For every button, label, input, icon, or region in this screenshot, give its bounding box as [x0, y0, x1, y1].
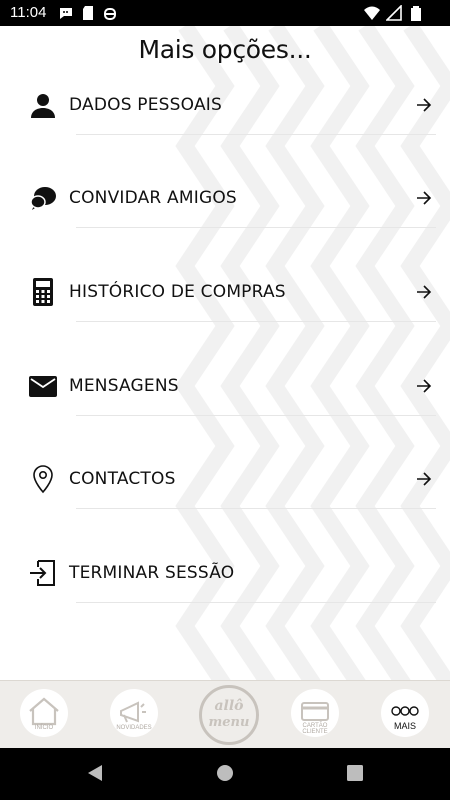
battery-icon	[411, 6, 421, 21]
arrow-right-icon	[417, 285, 432, 299]
bottom-tab-bar: INÍCIO NOVIDADES allô menu CARTÃO CLIENT…	[0, 680, 450, 748]
menu-item-label: HISTÓRICO DE COMPRAS	[69, 282, 286, 302]
menu-item-terminar-sessao[interactable]: TERMINAR SESSÃO	[0, 558, 450, 651]
menu-item-label: CONVIDAR AMIGOS	[69, 188, 237, 208]
divider	[76, 508, 436, 509]
status-bar: 11:04	[0, 0, 450, 26]
chat-bubble-icon	[60, 8, 72, 19]
divider	[76, 415, 436, 416]
android-debug-icon	[104, 8, 116, 20]
arrow-right-icon	[417, 98, 432, 112]
menu-item-historico-de-compras[interactable]: HISTÓRICO DE COMPRAS	[0, 277, 450, 370]
sd-card-icon	[83, 6, 93, 20]
tab-allo-menu-logo[interactable]: allô menu	[199, 685, 259, 745]
menu-item-label: TERMINAR SESSÃO	[69, 563, 235, 583]
svg-text:menu: menu	[209, 715, 250, 730]
back-icon[interactable]	[86, 764, 104, 782]
menu-item-dados-pessoais[interactable]: DADOS PESSOAIS	[0, 90, 450, 183]
page-title: Mais opções...	[138, 35, 312, 64]
tab-cartao-cliente[interactable]: CARTÃO CLIENTE	[291, 689, 339, 737]
recents-icon[interactable]	[346, 764, 364, 782]
calculator-icon	[33, 278, 53, 306]
app-screen: Mais opções... DADOS PESSOAIS CONVIDAR A…	[0, 26, 450, 680]
tab-label: NOVIDADES	[116, 725, 152, 731]
logout-icon	[30, 560, 55, 586]
person-icon	[31, 94, 55, 118]
envelope-icon	[29, 376, 57, 397]
chat-bubbles-icon	[30, 187, 56, 210]
arrow-right-icon	[417, 379, 432, 393]
divider	[76, 602, 436, 603]
status-left-icons	[58, 5, 118, 21]
divider	[76, 321, 436, 322]
android-nav-bar	[0, 748, 450, 800]
menu-item-convidar-amigos[interactable]: CONVIDAR AMIGOS	[0, 183, 450, 276]
menu-item-mensagens[interactable]: MENSAGENS	[0, 371, 450, 464]
menu-item-label: DADOS PESSOAIS	[69, 95, 222, 115]
svg-text:allô: allô	[214, 698, 243, 714]
tab-label: MAIS	[393, 721, 416, 731]
divider	[76, 134, 436, 135]
divider	[76, 227, 436, 228]
tab-mais[interactable]: MAIS	[381, 689, 429, 737]
menu-item-label: MENSAGENS	[69, 376, 179, 396]
tab-label: INÍCIO	[34, 725, 54, 731]
arrow-right-icon	[417, 191, 432, 205]
home-button-icon[interactable]	[216, 764, 234, 782]
status-right-icons	[364, 5, 424, 21]
signal-icon	[386, 5, 402, 21]
status-time: 11:04	[10, 4, 47, 21]
tab-inicio[interactable]: INÍCIO	[20, 689, 68, 737]
arrow-right-icon	[417, 472, 432, 486]
tab-novidades[interactable]: NOVIDADES	[110, 689, 158, 737]
wifi-icon	[364, 6, 380, 20]
menu-item-contactos[interactable]: CONTACTOS	[0, 464, 450, 557]
menu-item-label: CONTACTOS	[69, 469, 176, 489]
location-pin-icon	[33, 465, 53, 494]
tab-label: CARTÃO CLIENTE	[302, 723, 328, 735]
logo-icon: allô menu	[209, 698, 250, 730]
